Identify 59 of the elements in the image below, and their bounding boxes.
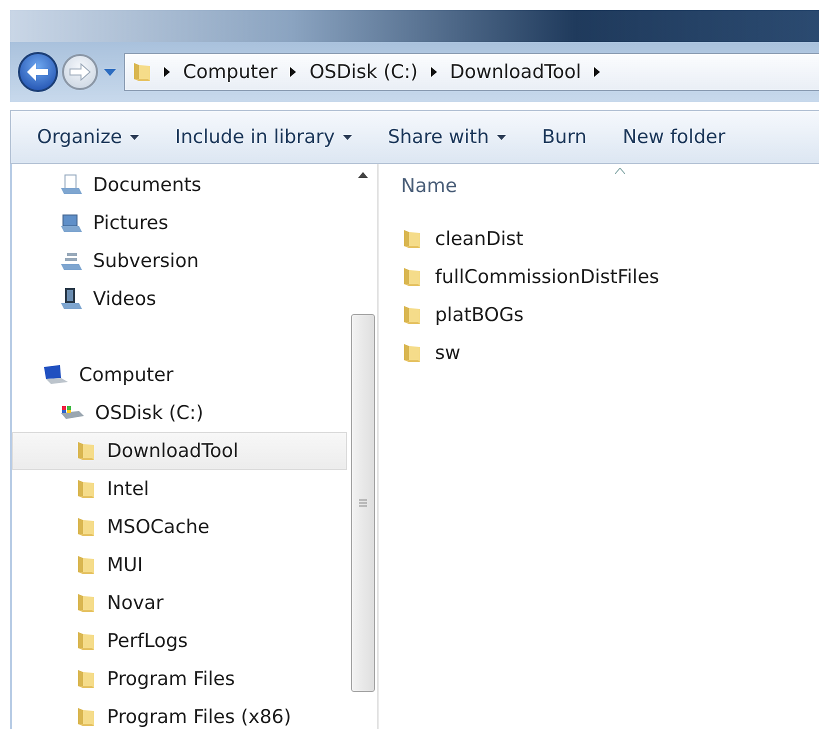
toolbar-button[interactable]: Organize xyxy=(25,120,152,154)
toolbar-button[interactable]: New folder xyxy=(610,120,738,154)
folder-icon xyxy=(75,440,97,462)
folder-icon xyxy=(75,478,97,500)
dropdown-caret-icon xyxy=(130,134,140,140)
nav-item[interactable]: Intel xyxy=(12,470,347,508)
film-icon xyxy=(59,287,83,311)
dropdown-caret-icon xyxy=(342,134,352,140)
breadcrumb[interactable]: OSDisk (C:) xyxy=(307,61,420,83)
folder-icon xyxy=(75,706,97,728)
folder-item[interactable]: cleanDist xyxy=(401,220,819,258)
back-arrow-icon xyxy=(26,62,50,82)
chevron-icon xyxy=(163,67,171,77)
folder-item[interactable]: platBOGs xyxy=(401,296,819,334)
nav-item[interactable]: Subversion xyxy=(12,242,347,280)
library-icon xyxy=(59,250,83,272)
folder-icon xyxy=(75,630,97,652)
nav-item[interactable]: OSDisk (C:) xyxy=(12,394,347,432)
folder-icon xyxy=(131,61,153,83)
nav-item[interactable]: DownloadTool xyxy=(12,432,347,470)
scrollbar-thumb[interactable] xyxy=(351,314,375,692)
nav-item[interactable]: Pictures xyxy=(12,204,347,242)
folder-icon xyxy=(75,554,97,576)
dropdown-caret-icon xyxy=(104,68,116,76)
nav-item[interactable]: Computer xyxy=(12,356,347,394)
nav-item[interactable]: Documents xyxy=(12,166,347,204)
nav-item[interactable]: Novar xyxy=(12,584,347,622)
folder-icon xyxy=(75,592,97,614)
folder-icon xyxy=(75,668,97,690)
breadcrumb[interactable]: Computer xyxy=(181,61,280,83)
nav-item[interactable]: MUI xyxy=(12,546,347,584)
address-bar[interactable]: Computer OSDisk (C:) DownloadTool xyxy=(124,53,819,91)
chevron-icon xyxy=(289,67,298,77)
picture-icon xyxy=(59,212,83,234)
folder-icon xyxy=(75,516,97,538)
folder-icon xyxy=(401,228,423,250)
nav-item[interactable]: Program Files xyxy=(12,660,347,698)
computer-icon xyxy=(43,364,69,386)
toolbar-button[interactable]: Include in library xyxy=(163,120,364,154)
folder-item[interactable]: fullCommissionDistFiles xyxy=(401,258,819,296)
back-button[interactable] xyxy=(18,52,58,92)
folder-icon xyxy=(401,342,423,364)
toolbar-button[interactable]: Share with xyxy=(376,120,518,154)
dropdown-caret-icon xyxy=(497,134,506,140)
forward-arrow-icon xyxy=(69,63,91,81)
toolbar-button[interactable]: Burn xyxy=(530,120,599,154)
document-icon xyxy=(59,174,83,196)
nav-item[interactable]: MSOCache xyxy=(12,508,347,546)
chevron-icon xyxy=(593,67,602,77)
column-header[interactable]: Name xyxy=(401,166,641,206)
chevron-icon xyxy=(430,67,438,77)
folder-icon xyxy=(401,266,423,288)
breadcrumb[interactable]: DownloadTool xyxy=(448,61,584,83)
folder-item[interactable]: sw xyxy=(401,334,819,372)
nav-item[interactable]: PerfLogs xyxy=(12,622,347,660)
nav-item[interactable]: Program Files (x86) xyxy=(12,698,347,729)
up-arrow-icon xyxy=(358,172,368,178)
folder-icon xyxy=(401,304,423,326)
nav-item[interactable]: Videos xyxy=(12,280,347,318)
